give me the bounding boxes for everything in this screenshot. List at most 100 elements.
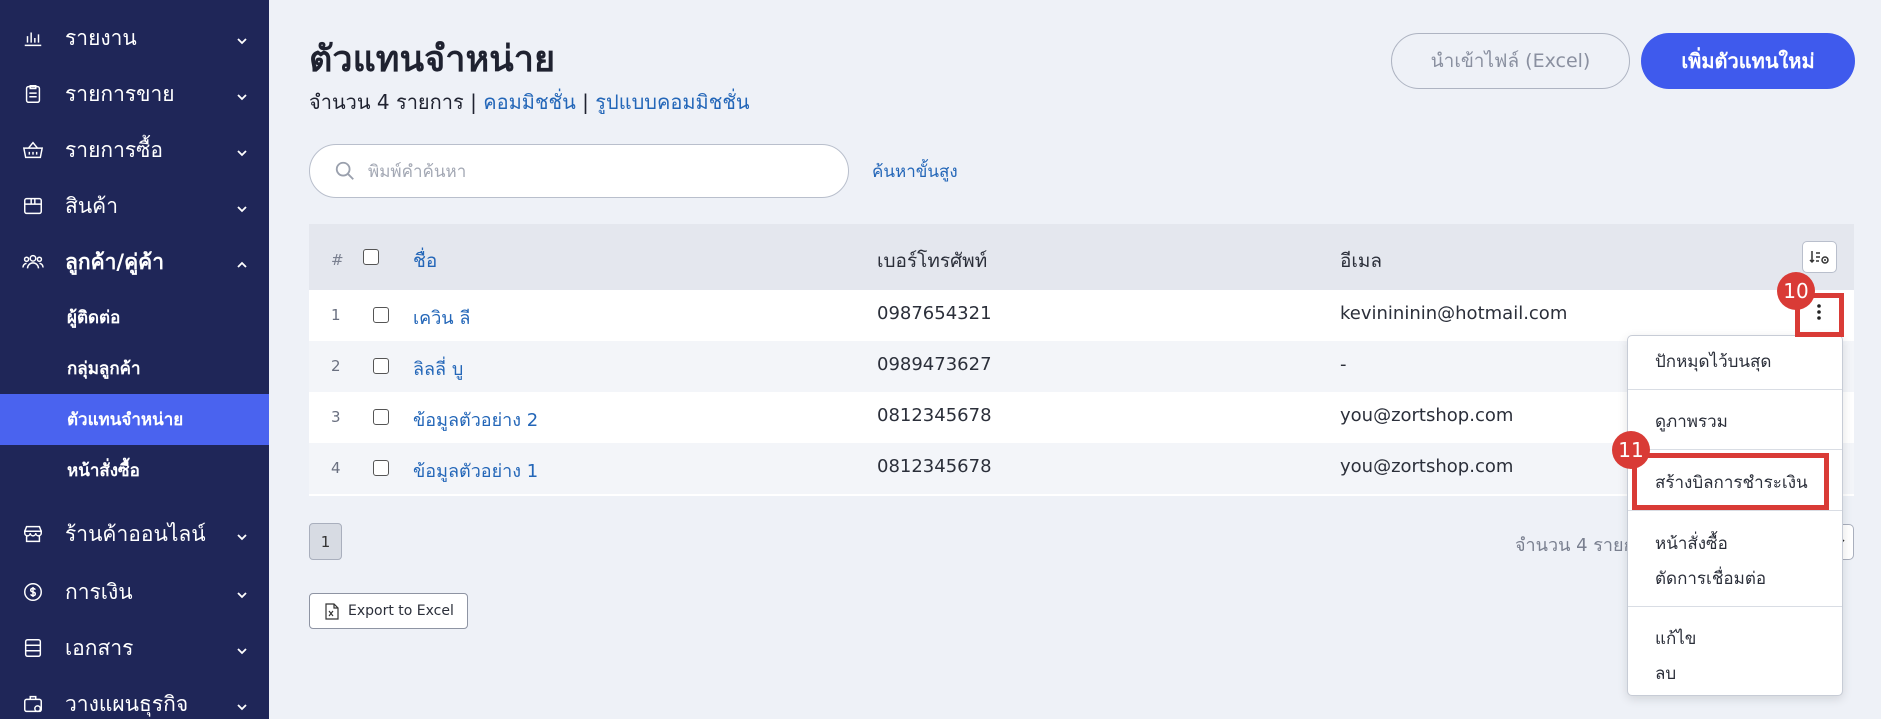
menu-item-delete[interactable]: ลบ	[1628, 660, 1842, 687]
search-box	[309, 144, 849, 198]
sidebar-subitem-label: ผู้ติดต่อ	[67, 308, 121, 328]
row-number: 3	[331, 408, 341, 426]
sidebar-item-customers[interactable]: ลูกค้า/คู่ค้า	[0, 234, 269, 290]
sidebar-item-reports[interactable]: รายงาน	[0, 10, 269, 66]
document-icon	[20, 635, 46, 661]
row-number: 2	[331, 357, 341, 375]
select-all-checkbox[interactable]	[363, 249, 379, 265]
bar-chart-icon	[20, 25, 46, 51]
page-subtitle: จำนวน 4 รายการ | คอมมิชชั่น | รูปแบบคอมม…	[309, 86, 750, 118]
sidebar-item-business-planning[interactable]: วางแผนธุรกิจ	[0, 676, 269, 719]
column-header-email: อีเมล	[1340, 250, 1383, 272]
menu-item-pin-top[interactable]: ปักหมุดไว้บนสุด	[1628, 348, 1842, 375]
menu-item-order-page[interactable]: หน้าสั่งซื้อ	[1628, 530, 1842, 557]
dealer-phone: 0812345678	[877, 405, 992, 426]
sidebar-subitem-label: หน้าสั่งซื้อ	[67, 461, 140, 481]
chevron-down-icon	[236, 88, 248, 101]
search-input[interactable]	[368, 157, 828, 187]
menu-item-disconnect[interactable]: ตัดการเชื่อมต่อ	[1628, 565, 1842, 592]
excel-file-icon	[325, 603, 339, 620]
row-number: 1	[331, 306, 341, 324]
sidebar-item-label: เอกสาร	[65, 635, 134, 660]
add-dealer-button[interactable]: เพิ่มตัวแทนใหม่	[1641, 33, 1855, 89]
column-header-index: #	[331, 251, 344, 269]
sidebar-item-label: วางแผนธุรกิจ	[65, 691, 189, 716]
column-header-phone: เบอร์โทรศัพท์	[877, 250, 988, 272]
table-row: 4 ข้อมูลตัวอย่าง 1 0812345678 you@zortsh…	[309, 443, 1854, 494]
sidebar-item-label: ลูกค้า/คู่ค้า	[65, 249, 164, 274]
sidebar-item-products[interactable]: สินค้า	[0, 178, 269, 234]
dealers-table: # ชื่อ เบอร์โทรศัพท์ อีเมล 1 เควิน ลี 09…	[309, 224, 1854, 496]
table-row: 3 ข้อมูลตัวอย่าง 2 0812345678 you@zortsh…	[309, 392, 1854, 443]
more-vertical-icon	[1817, 303, 1821, 320]
menu-divider	[1628, 449, 1842, 450]
menu-divider	[1628, 510, 1842, 511]
page-title: ตัวแทนจำหน่าย	[309, 39, 556, 80]
dealer-phone: 0812345678	[877, 456, 992, 477]
sidebar-subitem-label: กลุ่มลูกค้า	[67, 359, 141, 379]
column-settings-button[interactable]	[1802, 241, 1837, 273]
sidebar-subitem-order-page[interactable]: หน้าสั่งซื้อ	[0, 445, 269, 496]
chevron-down-icon	[236, 642, 248, 655]
sidebar-item-sales[interactable]: รายการขาย	[0, 66, 269, 122]
menu-divider	[1628, 389, 1842, 390]
menu-item-create-bill[interactable]: สร้างบิลการชำระเงิน	[1628, 469, 1842, 496]
coin-icon	[20, 579, 46, 605]
menu-item-overview[interactable]: ดูภาพรวม	[1628, 408, 1842, 435]
users-icon	[20, 249, 46, 275]
clipboard-icon	[20, 81, 46, 107]
sidebar-item-label: ร้านค้าออนไลน์	[65, 521, 206, 546]
sidebar-item-label: การเงิน	[65, 579, 133, 604]
chevron-up-icon	[236, 256, 248, 268]
row-actions-button[interactable]	[1800, 290, 1838, 333]
chevron-down-icon	[236, 32, 248, 45]
store-icon	[20, 521, 46, 547]
dealer-email: you@zortshop.com	[1340, 405, 1514, 426]
commission-format-link[interactable]: รูปแบบคอมมิชชั่น	[595, 90, 749, 114]
dealer-email: -	[1340, 354, 1347, 375]
dealer-name-link[interactable]: เควิน ลี	[413, 303, 470, 332]
record-count: จำนวน 4 รายการ	[309, 90, 464, 114]
row-actions-menu: ปักหมุดไว้บนสุด ดูภาพรวม สร้างบิลการชำระ…	[1627, 335, 1843, 696]
commission-link[interactable]: คอมมิชชั่น	[483, 90, 576, 114]
sidebar-subitem-label: ตัวแทนจำหน่าย	[67, 410, 184, 430]
column-header-name[interactable]: ชื่อ	[413, 246, 437, 276]
sidebar-subitem-customer-groups[interactable]: กลุ่มลูกค้า	[0, 343, 269, 394]
chevron-down-icon	[236, 586, 248, 599]
dealer-phone: 0989473627	[877, 354, 992, 375]
row-number: 4	[331, 459, 341, 477]
sidebar-subitem-dealers[interactable]: ตัวแทนจำหน่าย	[0, 394, 269, 445]
briefcase-icon	[20, 691, 46, 717]
pagination-page-1[interactable]: 1	[309, 523, 342, 560]
advanced-search-link[interactable]: ค้นหาขั้นสูง	[872, 158, 958, 185]
sidebar: รายงาน รายการขาย รายการซื้อ สินค้า ลูกค้…	[0, 0, 269, 719]
sidebar-item-documents[interactable]: เอกสาร	[0, 620, 269, 676]
row-checkbox[interactable]	[373, 358, 389, 374]
dealer-email: kevinininin@hotmail.com	[1340, 303, 1568, 324]
table-row: 1 เควิน ลี 0987654321 kevinininin@hotmai…	[309, 290, 1854, 341]
export-excel-button[interactable]: Export to Excel	[309, 593, 468, 629]
sidebar-item-online-store[interactable]: ร้านค้าออนไลน์	[0, 506, 269, 562]
sidebar-subitem-contacts[interactable]: ผู้ติดต่อ	[0, 292, 269, 343]
table-header: # ชื่อ เบอร์โทรศัพท์ อีเมล	[309, 224, 1854, 290]
sidebar-item-finance[interactable]: การเงิน	[0, 564, 269, 620]
sidebar-item-label: รายงาน	[65, 25, 137, 50]
row-checkbox[interactable]	[373, 307, 389, 323]
chevron-down-icon	[236, 200, 248, 213]
row-checkbox[interactable]	[373, 409, 389, 425]
import-excel-button[interactable]: นำเข้าไฟล์ (Excel)	[1391, 33, 1630, 89]
sidebar-item-purchases[interactable]: รายการซื้อ	[0, 122, 269, 178]
sidebar-item-label: รายการซื้อ	[65, 137, 164, 162]
dealer-name-link[interactable]: ข้อมูลตัวอย่าง 2	[413, 405, 538, 434]
sidebar-item-label: สินค้า	[65, 193, 119, 218]
dealer-name-link[interactable]: ลิลลี่ บู	[413, 354, 463, 383]
sidebar-item-label: รายการขาย	[65, 81, 175, 106]
search-icon	[334, 160, 356, 182]
export-excel-label: Export to Excel	[348, 603, 454, 619]
dealer-email: you@zortshop.com	[1340, 456, 1514, 477]
separator: |	[470, 90, 477, 114]
menu-item-edit[interactable]: แก้ไข	[1628, 625, 1842, 652]
dealer-name-link[interactable]: ข้อมูลตัวอย่าง 1	[413, 456, 538, 485]
chevron-down-icon	[236, 698, 248, 711]
row-checkbox[interactable]	[373, 460, 389, 476]
